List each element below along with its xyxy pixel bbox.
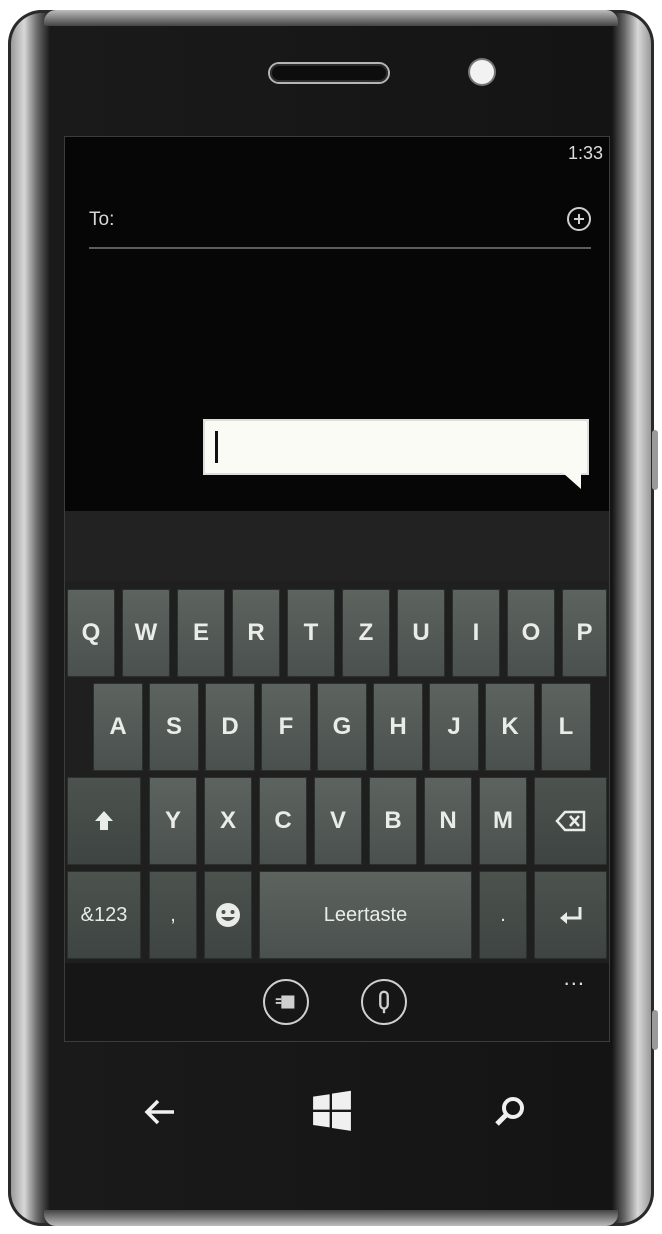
key-v[interactable]: V: [314, 777, 362, 865]
key-f[interactable]: F: [261, 683, 311, 771]
key-p[interactable]: P: [562, 589, 607, 677]
keyboard-bottom-bar: ...: [65, 963, 609, 1041]
windows-logo-icon: [313, 1090, 351, 1131]
key-u[interactable]: U: [397, 589, 445, 677]
screen: 1:33 To: Q W E R T Z U I O P A S D F G H…: [64, 136, 610, 1042]
microphone-icon: [379, 990, 389, 1014]
enter-icon: [559, 907, 581, 924]
key-l[interactable]: L: [541, 683, 591, 771]
key-c[interactable]: C: [259, 777, 307, 865]
microphone-button[interactable]: [361, 979, 407, 1025]
emoji-icon: [216, 903, 240, 927]
key-n[interactable]: N: [424, 777, 472, 865]
back-button[interactable]: [130, 1082, 190, 1142]
key-e[interactable]: E: [177, 589, 225, 677]
key-d[interactable]: D: [205, 683, 255, 771]
key-t[interactable]: T: [287, 589, 335, 677]
search-button[interactable]: [480, 1082, 540, 1142]
recipient-field[interactable]: To:: [89, 203, 591, 249]
search-icon: [495, 1097, 524, 1126]
enter-key[interactable]: [534, 871, 607, 959]
key-y[interactable]: Y: [149, 777, 197, 865]
key-b[interactable]: B: [369, 777, 417, 865]
more-options-button[interactable]: ...: [564, 965, 585, 991]
on-screen-keyboard: Q W E R T Z U I O P A S D F G H J K L Y …: [65, 511, 609, 1041]
key-a[interactable]: A: [93, 683, 143, 771]
power-button[interactable]: [652, 1010, 658, 1050]
to-label: To:: [89, 209, 115, 230]
keyboard-suggestion-strip: [65, 511, 609, 581]
key-g[interactable]: G: [317, 683, 367, 771]
text-cursor: [215, 431, 218, 463]
keyboard-language-button[interactable]: [263, 979, 309, 1025]
key-m[interactable]: M: [479, 777, 527, 865]
add-contact-icon[interactable]: [567, 207, 591, 231]
comma-key[interactable]: ,: [149, 871, 197, 959]
keyboard-language-icon: [275, 995, 295, 1009]
phone-bottom-edge: [44, 1210, 618, 1226]
key-o[interactable]: O: [507, 589, 555, 677]
symbols-key[interactable]: &123: [67, 871, 141, 959]
front-camera: [470, 60, 494, 84]
shift-icon: [95, 811, 113, 830]
volume-button[interactable]: [652, 430, 658, 490]
key-i[interactable]: I: [452, 589, 500, 677]
key-q[interactable]: Q: [67, 589, 115, 677]
key-s[interactable]: S: [149, 683, 199, 771]
key-h[interactable]: H: [373, 683, 423, 771]
key-r[interactable]: R: [232, 589, 280, 677]
key-x[interactable]: X: [204, 777, 252, 865]
backspace-icon: [554, 810, 585, 832]
key-k[interactable]: K: [485, 683, 535, 771]
shift-key[interactable]: [67, 777, 141, 865]
period-key[interactable]: .: [479, 871, 527, 959]
back-arrow-icon: [144, 1099, 174, 1125]
backspace-key[interactable]: [534, 777, 607, 865]
earpiece-speaker: [270, 64, 388, 82]
phone-top-edge: [44, 10, 618, 26]
key-w[interactable]: W: [122, 589, 170, 677]
key-z[interactable]: Z: [342, 589, 390, 677]
message-input[interactable]: [203, 419, 589, 489]
emoji-key[interactable]: [204, 871, 252, 959]
start-button[interactable]: [302, 1082, 362, 1142]
status-clock: 1:33: [567, 143, 603, 163]
key-j[interactable]: J: [429, 683, 479, 771]
space-key[interactable]: Leertaste: [259, 871, 472, 959]
